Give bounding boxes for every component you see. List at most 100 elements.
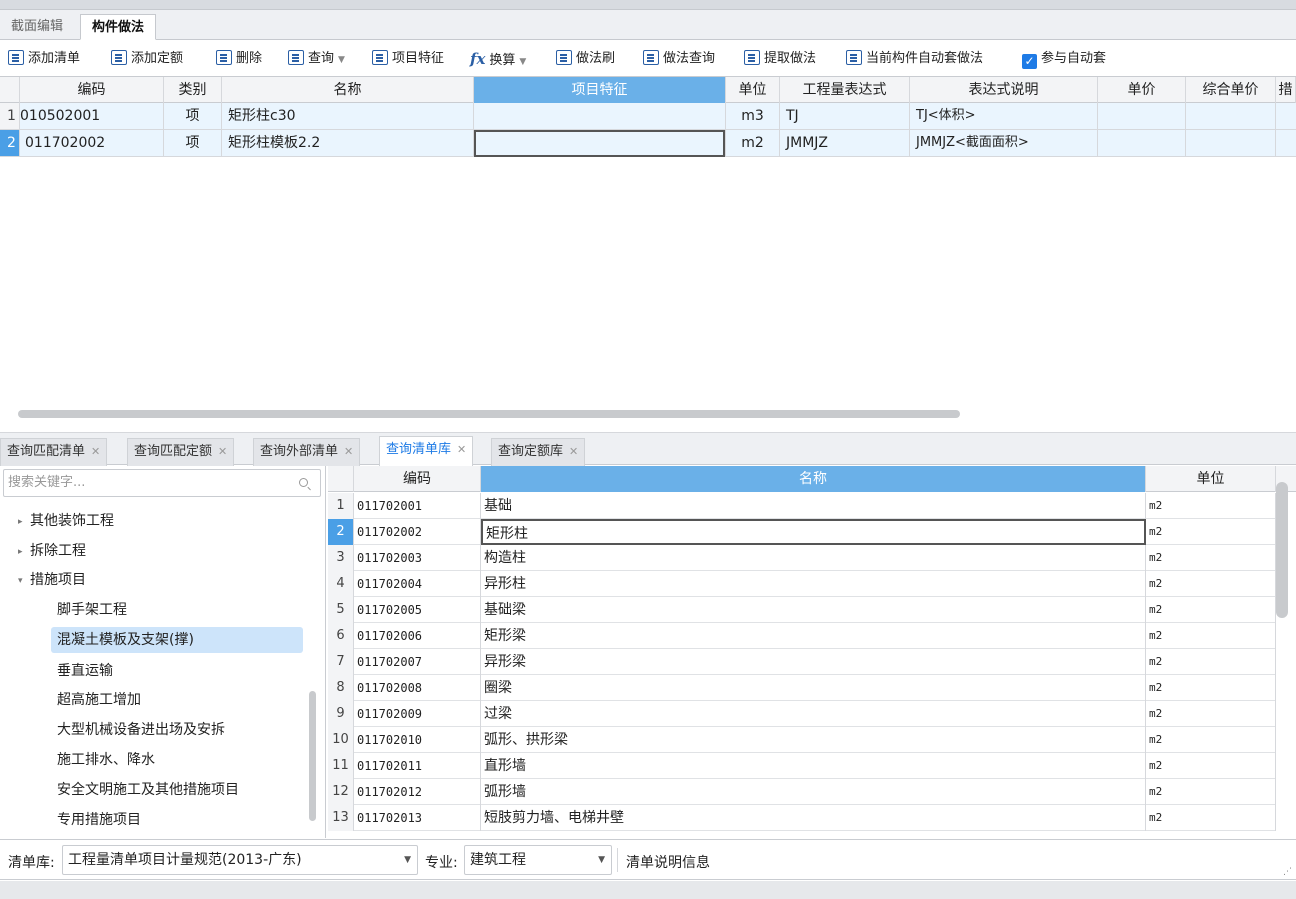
cell-code[interactable]: 011702003 <box>354 545 481 571</box>
table-row[interactable]: 9 011702009 过梁 m2 <box>328 701 1276 727</box>
tree-node-high-rise[interactable]: 超高施工增加 <box>57 687 141 713</box>
cell-code[interactable]: 011702010 <box>354 727 481 753</box>
cell-name[interactable]: 基础 <box>481 493 1146 519</box>
table-row[interactable]: 3 011702003 构造柱 m2 <box>328 545 1276 571</box>
extract-method-button[interactable]: 提取做法 <box>744 49 816 69</box>
method-query-button[interactable]: 做法查询 <box>643 49 715 69</box>
tab-match-list[interactable]: 查询匹配清单 ✕ <box>0 438 108 466</box>
item-feature-button[interactable]: 项目特征 <box>372 49 444 69</box>
list-description-link[interactable]: 清单说明信息 <box>626 852 710 872</box>
col-code[interactable]: 编码 <box>354 466 481 492</box>
auto-apply-checkbox[interactable]: ✓ 参与自动套 <box>1022 49 1106 69</box>
col-name[interactable]: 名称 <box>222 77 474 103</box>
cell-expression-desc[interactable]: TJ<体积> <box>910 103 1098 129</box>
cell-expression[interactable]: JMMJZ <box>780 130 910 156</box>
col-unit-price[interactable]: 单价 <box>1098 77 1186 103</box>
tree-node-measures[interactable]: ▾ 措施项目 <box>18 567 86 593</box>
cell-unit[interactable]: m2 <box>1146 545 1276 571</box>
tree-node-demolition[interactable]: ▸ 拆除工程 <box>18 538 86 564</box>
list-scrollbar[interactable] <box>1276 482 1288 618</box>
tab-external-list[interactable]: 查询外部清单 ✕ <box>253 438 361 466</box>
col-name[interactable]: 名称 <box>481 466 1146 492</box>
cell-code[interactable]: 011702008 <box>354 675 481 701</box>
table-row[interactable]: 10 011702010 弧形、拱形梁 m2 <box>328 727 1276 753</box>
query-button[interactable]: 查询 ▼ <box>288 49 345 69</box>
cell-unit[interactable]: m2 <box>1146 701 1276 727</box>
col-unit[interactable]: 单位 <box>1146 466 1276 492</box>
tree-scrollbar[interactable] <box>309 691 316 821</box>
cell-feature[interactable] <box>474 103 726 129</box>
table-row[interactable]: 5 011702005 基础梁 m2 <box>328 597 1276 623</box>
tree-node-vertical-transport[interactable]: 垂直运输 <box>57 658 113 684</box>
cell-code[interactable]: 010502001 <box>20 103 164 129</box>
convert-button[interactable]: fx 换算 ▼ <box>470 49 526 69</box>
tree-node-formwork[interactable]: 混凝土模板及支架(撑) <box>51 627 303 653</box>
close-icon[interactable]: ✕ <box>218 445 227 458</box>
cell-code[interactable]: 011702013 <box>354 805 481 831</box>
tree-node-special[interactable]: 专用措施项目 <box>57 807 141 833</box>
table-row[interactable]: 7 011702007 异形梁 m2 <box>328 649 1276 675</box>
cell-name[interactable]: 过梁 <box>481 701 1146 727</box>
cell-code[interactable]: 011702001 <box>354 493 481 519</box>
cell-name[interactable]: 直形墙 <box>481 753 1146 779</box>
cell-name[interactable]: 矩形梁 <box>481 623 1146 649</box>
auto-method-button[interactable]: 当前构件自动套做法 <box>846 49 983 69</box>
close-icon[interactable]: ✕ <box>91 445 100 458</box>
close-icon[interactable]: ✕ <box>344 445 353 458</box>
cell-code[interactable]: 011702009 <box>354 701 481 727</box>
cell-code[interactable]: 011702007 <box>354 649 481 675</box>
cell-type[interactable]: 项 <box>164 130 222 156</box>
cell-name[interactable]: 异形梁 <box>481 649 1146 675</box>
tab-component-method[interactable]: 构件做法 <box>80 14 157 40</box>
expand-arrow-icon[interactable]: ▸ <box>18 539 30 565</box>
cell-name[interactable]: 矩形柱模板2.2 <box>222 130 474 156</box>
search-icon[interactable] <box>299 478 308 487</box>
cell-expression[interactable]: TJ <box>780 103 910 129</box>
tab-list-library[interactable]: 查询清单库 ✕ <box>379 436 474 467</box>
table-row[interactable]: 11 011702011 直形墙 m2 <box>328 753 1276 779</box>
table-row[interactable]: 4 011702004 异形柱 m2 <box>328 571 1276 597</box>
cell-unit[interactable]: m2 <box>1146 571 1276 597</box>
cell-code[interactable]: 011702004 <box>354 571 481 597</box>
table-row[interactable]: 2 011702002 矩形柱 m2 <box>328 519 1276 545</box>
cell-code[interactable]: 011702011 <box>354 753 481 779</box>
collapse-arrow-icon[interactable]: ▾ <box>18 568 30 594</box>
cell-unit-price[interactable] <box>1098 103 1186 129</box>
cell-unit[interactable]: m2 <box>726 130 780 156</box>
cell-unit[interactable]: m2 <box>1146 519 1276 545</box>
cell-unit[interactable]: m2 <box>1146 493 1276 519</box>
cell-code[interactable]: 011702002 <box>354 519 481 545</box>
cell-unit[interactable]: m2 <box>1146 649 1276 675</box>
table-row[interactable]: 8 011702008 圈梁 m2 <box>328 675 1276 701</box>
cell-unit[interactable]: m2 <box>1146 597 1276 623</box>
tab-section-edit[interactable]: 截面编辑 <box>0 14 74 40</box>
cell-name[interactable]: 矩形柱c30 <box>222 103 474 129</box>
cell-total-price[interactable] <box>1186 103 1276 129</box>
major-select[interactable]: 建筑工程 ▼ <box>464 845 612 875</box>
add-list-button[interactable]: 添加清单 <box>8 49 80 69</box>
cell-name[interactable]: 构造柱 <box>481 545 1146 571</box>
cell-unit-price[interactable] <box>1098 130 1186 156</box>
cell-code[interactable]: 011702012 <box>354 779 481 805</box>
table-row[interactable]: 6 011702006 矩形梁 m2 <box>328 623 1276 649</box>
col-expression[interactable]: 工程量表达式 <box>780 77 910 103</box>
cell-name[interactable]: 异形柱 <box>481 571 1146 597</box>
tab-quota-library[interactable]: 查询定额库 ✕ <box>491 438 586 466</box>
cell-expression-desc[interactable]: JMMJZ<截面面积> <box>910 130 1098 156</box>
tree-node-safety[interactable]: 安全文明施工及其他措施项目 <box>57 777 239 803</box>
cell-unit[interactable]: m2 <box>1146 675 1276 701</box>
cell-code[interactable]: 011702005 <box>354 597 481 623</box>
cell-name[interactable]: 矩形柱 <box>481 519 1146 545</box>
tree-node-drainage[interactable]: 施工排水、降水 <box>57 747 155 773</box>
table-row[interactable]: 12 011702012 弧形墙 m2 <box>328 779 1276 805</box>
col-unit[interactable]: 单位 <box>726 77 780 103</box>
expand-arrow-icon[interactable]: ▸ <box>18 509 30 535</box>
table-row[interactable]: 1 010502001 项 矩形柱c30 m3 TJ TJ<体积> <box>0 103 1296 130</box>
cell-name[interactable]: 圈梁 <box>481 675 1146 701</box>
table-row[interactable]: 1 011702001 基础 m2 <box>328 493 1276 519</box>
cell-code[interactable]: 011702006 <box>354 623 481 649</box>
cell-unit[interactable]: m2 <box>1146 753 1276 779</box>
cell-unit[interactable]: m2 <box>1146 779 1276 805</box>
cell-unit[interactable]: m2 <box>1146 623 1276 649</box>
col-code[interactable]: 编码 <box>20 77 164 103</box>
